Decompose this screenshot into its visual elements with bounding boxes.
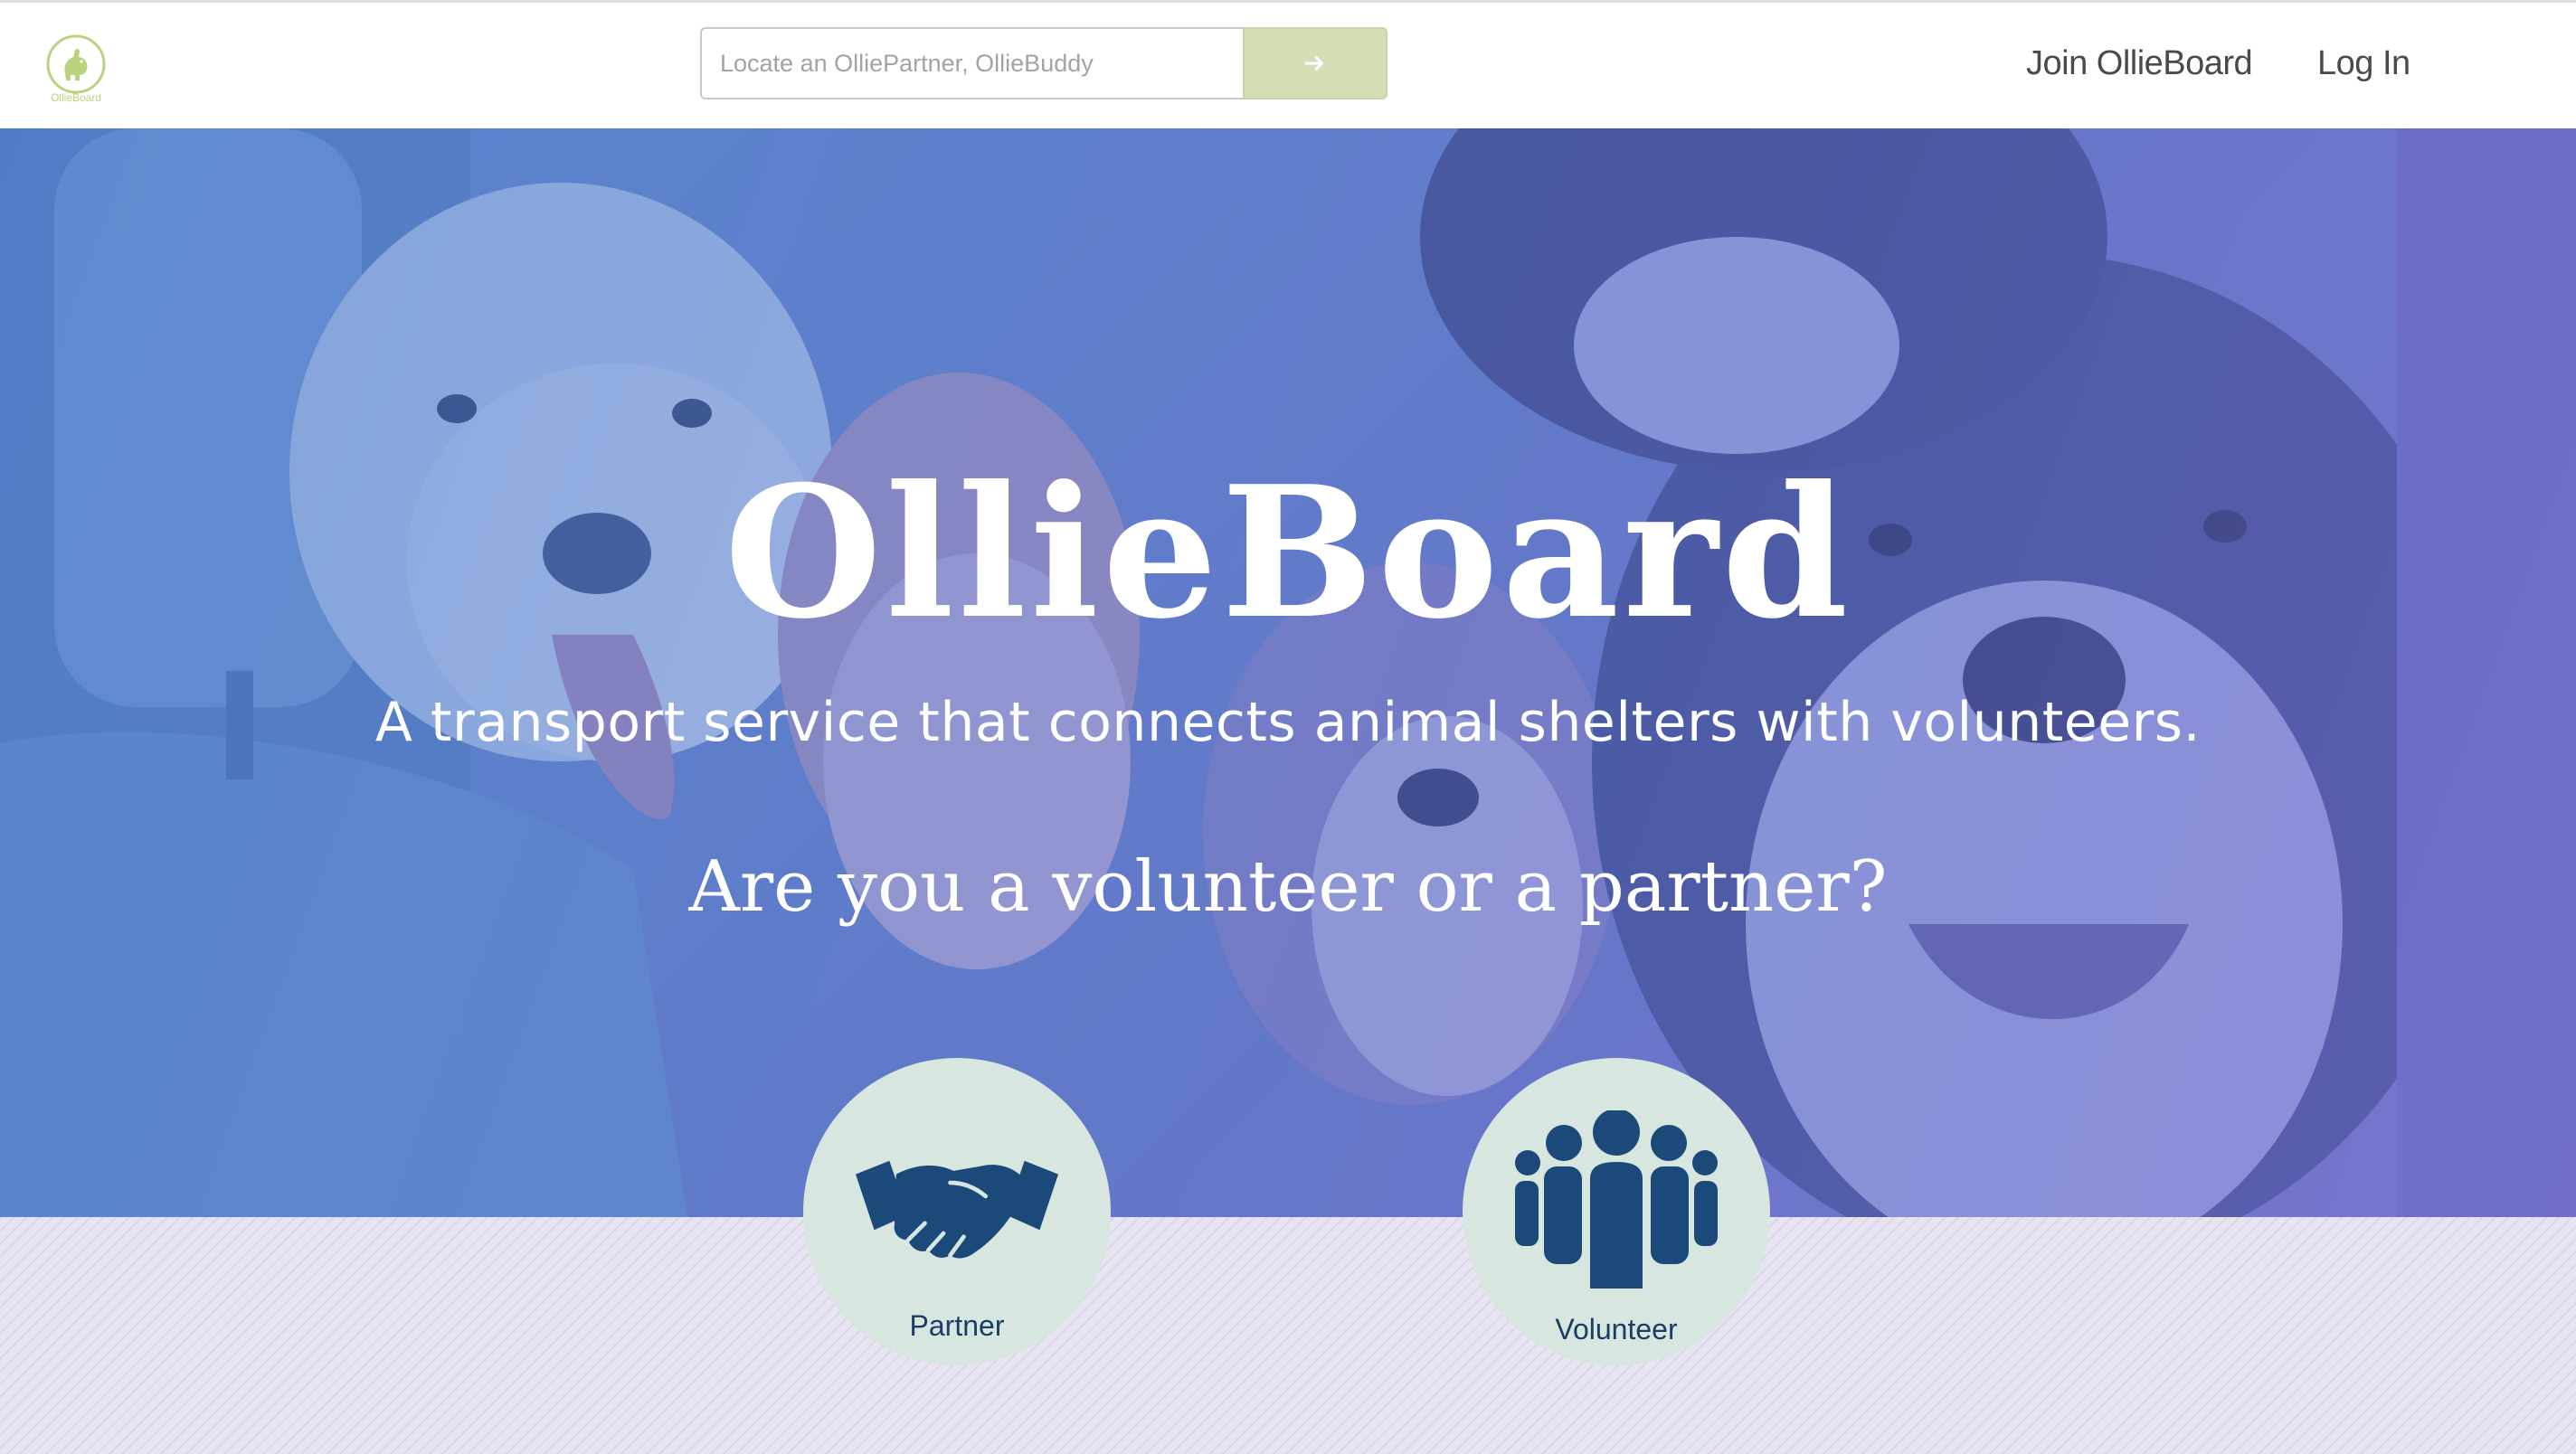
people-group-icon — [1515, 1110, 1718, 1291]
hero-section: OllieBoard A transport service that conn… — [0, 128, 2576, 1217]
logo-text: OllieBoard — [50, 91, 102, 104]
hero-color-overlay — [0, 128, 2576, 1217]
logo[interactable]: OllieBoard — [45, 33, 107, 109]
hero-subtitle: A transport service that connects animal… — [374, 691, 2202, 754]
hero-title: OllieBoard — [724, 447, 1852, 659]
volunteer-choice-button[interactable]: Volunteer — [1463, 1058, 1770, 1365]
bottom-pattern-strip — [0, 1217, 2576, 1454]
volunteer-label: Volunteer — [1555, 1313, 1678, 1345]
partner-choice-button[interactable]: Partner — [803, 1058, 1111, 1365]
search-input[interactable] — [700, 27, 1243, 99]
partner-label: Partner — [909, 1309, 1005, 1342]
login-link[interactable]: Log In — [2317, 44, 2410, 83]
join-link[interactable]: Join OllieBoard — [2026, 44, 2253, 83]
top-header: OllieBoard Join OllieBoard Log In — [0, 0, 2576, 128]
dog-logo-icon — [46, 34, 106, 94]
search-bar — [700, 27, 1387, 99]
handshake-icon — [856, 1160, 1058, 1259]
search-submit-button[interactable] — [1243, 27, 1387, 99]
arrow-right-icon — [1304, 55, 1324, 71]
hero-question: Are you a volunteer or a partner? — [688, 846, 1888, 928]
